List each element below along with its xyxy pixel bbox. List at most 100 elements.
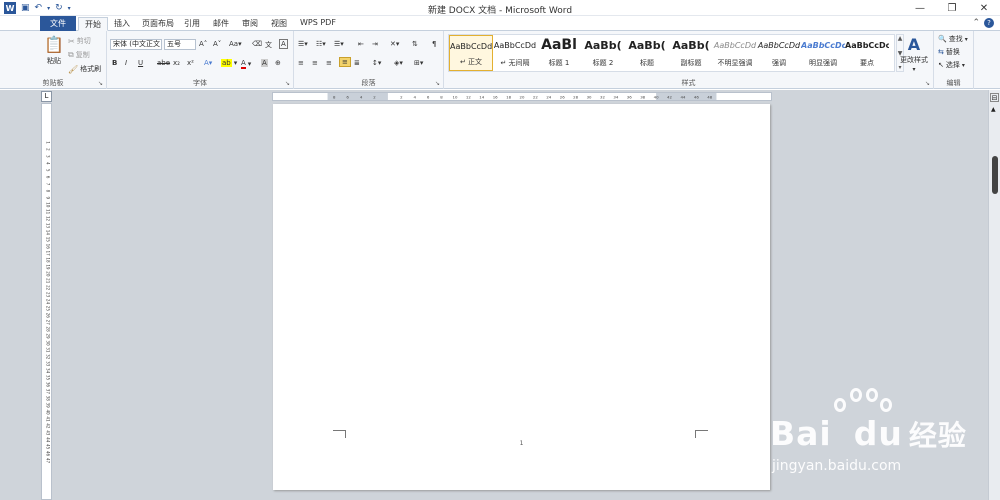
- scroll-up-arrow-icon[interactable]: ▲: [991, 106, 996, 113]
- tab-page-layout[interactable]: 页面布局: [136, 17, 180, 31]
- tab-selector-icon[interactable]: L: [41, 91, 52, 102]
- paragraph-launcher-icon[interactable]: ↘: [435, 80, 440, 87]
- style-subtle-emphasis[interactable]: AaBbCcDd 不明显强调: [713, 35, 757, 71]
- styles-launcher-icon[interactable]: ↘: [925, 80, 930, 87]
- title-bar: W ▣ ↶ ▾ ↻ ▾ 新建 DOCX 文档 - Microsoft Word …: [0, 0, 1000, 16]
- enclose-char-button[interactable]: ⊕: [275, 59, 281, 67]
- strikethrough-button[interactable]: abe: [157, 59, 170, 67]
- change-case-button[interactable]: Aa▾: [229, 40, 242, 48]
- show-marks-button[interactable]: ¶: [432, 40, 436, 48]
- borders-button[interactable]: ⊞▾: [414, 59, 423, 67]
- underline-button[interactable]: U: [138, 59, 143, 67]
- ruler-tick-label: 10: [452, 94, 457, 99]
- clear-format-icon: ⌫: [252, 40, 262, 48]
- style-no-spacing[interactable]: AaBbCcDd ↵ 无间隔: [493, 35, 537, 71]
- ruler-tick-label: 20: [46, 271, 51, 277]
- sort-button[interactable]: ⇅: [412, 40, 418, 48]
- replace-button[interactable]: ⇆ 替换: [938, 47, 960, 57]
- horizontal-ruler[interactable]: 8 6 4 2 2 4 6 8 10 12 14 16 18 20 22 24 26 28 30 32 34 36 38 40…: [272, 92, 772, 101]
- ruler-tick-label: 28: [573, 94, 578, 99]
- numbering-button[interactable]: ☷▾: [316, 40, 326, 48]
- clipboard-launcher-icon[interactable]: ↘: [98, 80, 103, 87]
- justify-icon: ≡: [342, 58, 348, 66]
- ruler-toggle-icon[interactable]: ⊟: [990, 93, 999, 102]
- grow-font-icon: A˄: [199, 40, 208, 48]
- bold-button[interactable]: B: [112, 59, 117, 67]
- increase-indent-button[interactable]: ⇥: [372, 40, 378, 48]
- text-effect-button[interactable]: A▾: [204, 59, 212, 67]
- style-normal[interactable]: AaBbCcDd ↵ 正文: [449, 35, 493, 71]
- tab-references[interactable]: 引用: [178, 17, 206, 31]
- distributed-button[interactable]: ≣: [354, 59, 360, 67]
- tab-review[interactable]: 审阅: [236, 17, 264, 31]
- style-strong[interactable]: AaBbCcDc 要点: [845, 35, 889, 71]
- ruler-tick-label: 26: [45, 313, 50, 319]
- grow-font-button[interactable]: A˄: [199, 40, 207, 48]
- decrease-indent-button[interactable]: ⇤: [358, 40, 364, 48]
- ruler-tick-label: 44: [45, 437, 50, 443]
- ruler-tick-label: 35: [45, 375, 50, 381]
- ruler-tick-label: 23: [46, 292, 51, 298]
- shading-button[interactable]: ◈▾: [394, 59, 403, 67]
- justify-button[interactable]: ≡: [339, 57, 351, 67]
- ruler-tick-label: 6: [427, 94, 430, 99]
- multilevel-list-button[interactable]: ☰▾: [334, 40, 344, 48]
- tab-home[interactable]: 开始: [78, 17, 108, 31]
- ruler-tick-label: 40: [654, 94, 659, 99]
- tab-insert[interactable]: 插入: [108, 17, 136, 31]
- crop-mark-right: [695, 430, 708, 438]
- line-spacing-button[interactable]: ↕▾: [372, 59, 381, 67]
- cut-button[interactable]: ✂ 剪切: [68, 36, 91, 46]
- chinese-layout-button[interactable]: ✕▾: [390, 40, 399, 48]
- char-border-button[interactable]: A: [279, 39, 288, 49]
- copy-button[interactable]: ⧉ 复制: [68, 50, 90, 60]
- style-intense-emphasis[interactable]: AaBbCcDc 明显强调: [801, 35, 845, 71]
- superscript-button[interactable]: x²: [187, 59, 194, 67]
- ruler-tick-label: 15: [46, 237, 51, 243]
- minimize-button[interactable]: —: [904, 0, 936, 16]
- highlight-button[interactable]: ab ▾: [221, 59, 237, 67]
- phonetic-guide-button[interactable]: 文: [265, 40, 272, 50]
- close-button[interactable]: ✕: [968, 0, 1000, 16]
- font-launcher-icon[interactable]: ↘: [285, 80, 290, 87]
- find-button[interactable]: 🔍 查找 ▾: [938, 34, 968, 44]
- italic-button[interactable]: I: [125, 59, 127, 67]
- shrink-font-button[interactable]: A˅: [213, 40, 221, 48]
- document-page[interactable]: 1: [273, 104, 770, 490]
- tab-view[interactable]: 视图: [265, 17, 293, 31]
- ruler-tick-label: 32: [45, 354, 50, 360]
- select-button[interactable]: ↖ 选择 ▾: [938, 60, 965, 70]
- style-title[interactable]: AaBb(标题: [625, 35, 669, 71]
- window-title: 新建 DOCX 文档 - Microsoft Word: [427, 6, 573, 16]
- scrollbar-thumb[interactable]: [992, 156, 998, 194]
- vertical-scrollbar[interactable]: ⊟ ▲: [988, 90, 1000, 500]
- paste-button[interactable]: 📋 粘贴: [44, 35, 64, 66]
- vertical-ruler[interactable]: 1234567891011121314151617181920212223242…: [41, 103, 52, 500]
- tab-wps-pdf[interactable]: WPS PDF: [294, 17, 342, 31]
- char-shading-button[interactable]: A: [261, 59, 268, 67]
- style-heading-1[interactable]: AaBl 标题 1: [537, 35, 581, 71]
- subscript-button[interactable]: x₂: [173, 59, 180, 67]
- align-center-button[interactable]: ≡: [312, 59, 318, 67]
- change-styles-button[interactable]: A 更改样式 ▾: [900, 35, 928, 73]
- restore-button[interactable]: ❐: [936, 0, 968, 16]
- bullets-button[interactable]: ☰▾: [298, 40, 308, 48]
- paste-label: 粘贴: [46, 57, 61, 65]
- style-heading-2[interactable]: AaBb(标题 2: [581, 35, 625, 71]
- collapse-ribbon-icon[interactable]: ⌃: [972, 18, 980, 28]
- tab-file[interactable]: 文件: [40, 16, 76, 31]
- style-subtitle[interactable]: AaBb(副标题: [669, 35, 713, 71]
- tab-mailings[interactable]: 邮件: [207, 17, 235, 31]
- ruler-tick-label: 29: [45, 333, 50, 339]
- align-left-button[interactable]: ≡: [298, 59, 304, 67]
- ruler-tick-label: 2: [46, 148, 51, 151]
- align-right-button[interactable]: ≡: [326, 59, 332, 67]
- font-name-combo[interactable]: 宋体 (中文正文: [110, 39, 162, 50]
- clear-format-button[interactable]: ⌫: [252, 40, 262, 48]
- format-painter-button[interactable]: 🖌 格式刷: [68, 64, 101, 74]
- help-icon[interactable]: ?: [984, 18, 994, 28]
- font-color-button[interactable]: A ▾: [241, 59, 251, 69]
- font-size-combo[interactable]: 五号: [164, 39, 196, 50]
- style-name: 不明显强调: [717, 59, 753, 67]
- style-emphasis[interactable]: AaBbCcDd 强调: [757, 35, 801, 71]
